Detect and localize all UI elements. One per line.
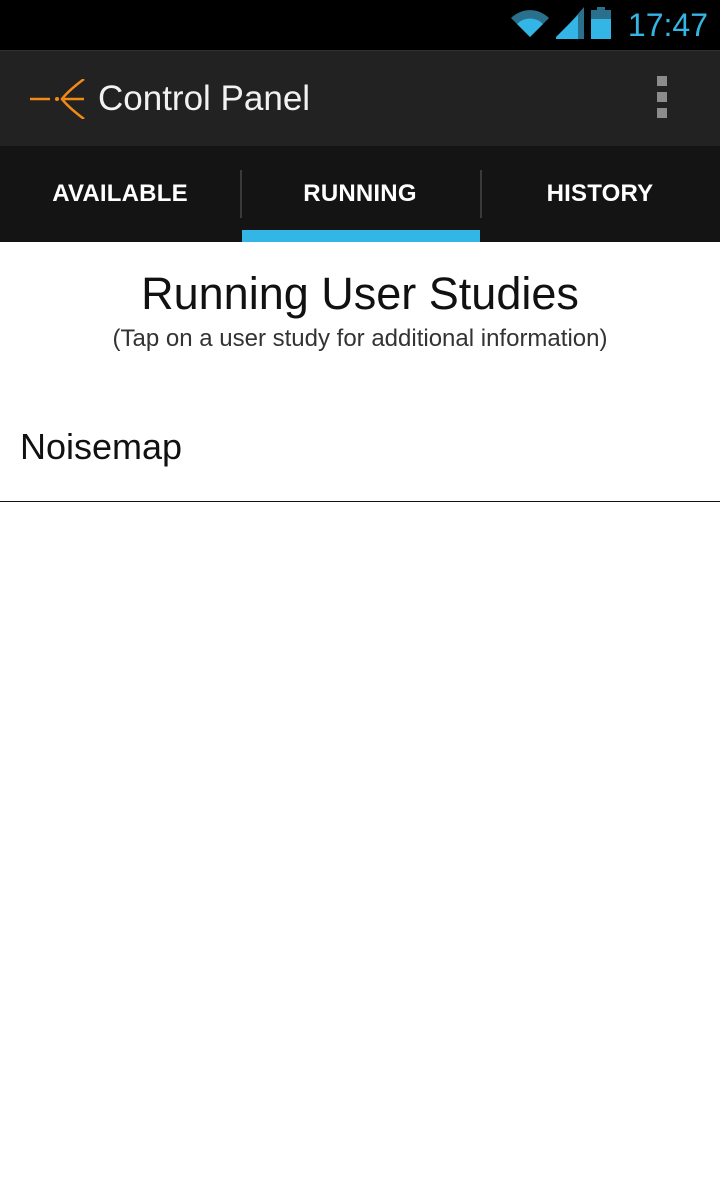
tab-label: RUNNING <box>303 180 417 207</box>
tab-running[interactable]: RUNNING <box>240 146 480 242</box>
status-clock: 17:47 <box>627 7 708 43</box>
status-bar: 17:47 <box>0 0 720 50</box>
action-bar: Control Panel <box>0 50 720 146</box>
study-list: Noisemap <box>0 392 720 502</box>
overflow-menu-button[interactable] <box>634 75 690 123</box>
page-title: Running User Studies <box>141 268 579 319</box>
tab-bar: AVAILABLE RUNNING HISTORY <box>0 146 720 242</box>
tab-label: HISTORY <box>546 180 654 207</box>
main-content: Running User Studies (Tap on a user stud… <box>0 242 720 1184</box>
page-subtitle: (Tap on a user study for additional info… <box>112 325 608 352</box>
overflow-menu-icon <box>656 75 668 123</box>
list-item-noisemap[interactable]: Noisemap <box>0 392 720 502</box>
tab-available[interactable]: AVAILABLE <box>0 146 240 242</box>
signal-icon <box>556 6 584 44</box>
app-title: Control Panel <box>98 79 311 118</box>
tab-history[interactable]: HISTORY <box>480 146 720 242</box>
battery-icon <box>590 6 612 44</box>
tab-label: AVAILABLE <box>52 180 188 207</box>
app-logo-icon[interactable] <box>28 78 86 120</box>
wifi-icon <box>510 8 550 43</box>
selected-tab-indicator <box>242 230 480 242</box>
study-name: Noisemap <box>20 425 183 467</box>
status-icons <box>510 6 612 44</box>
